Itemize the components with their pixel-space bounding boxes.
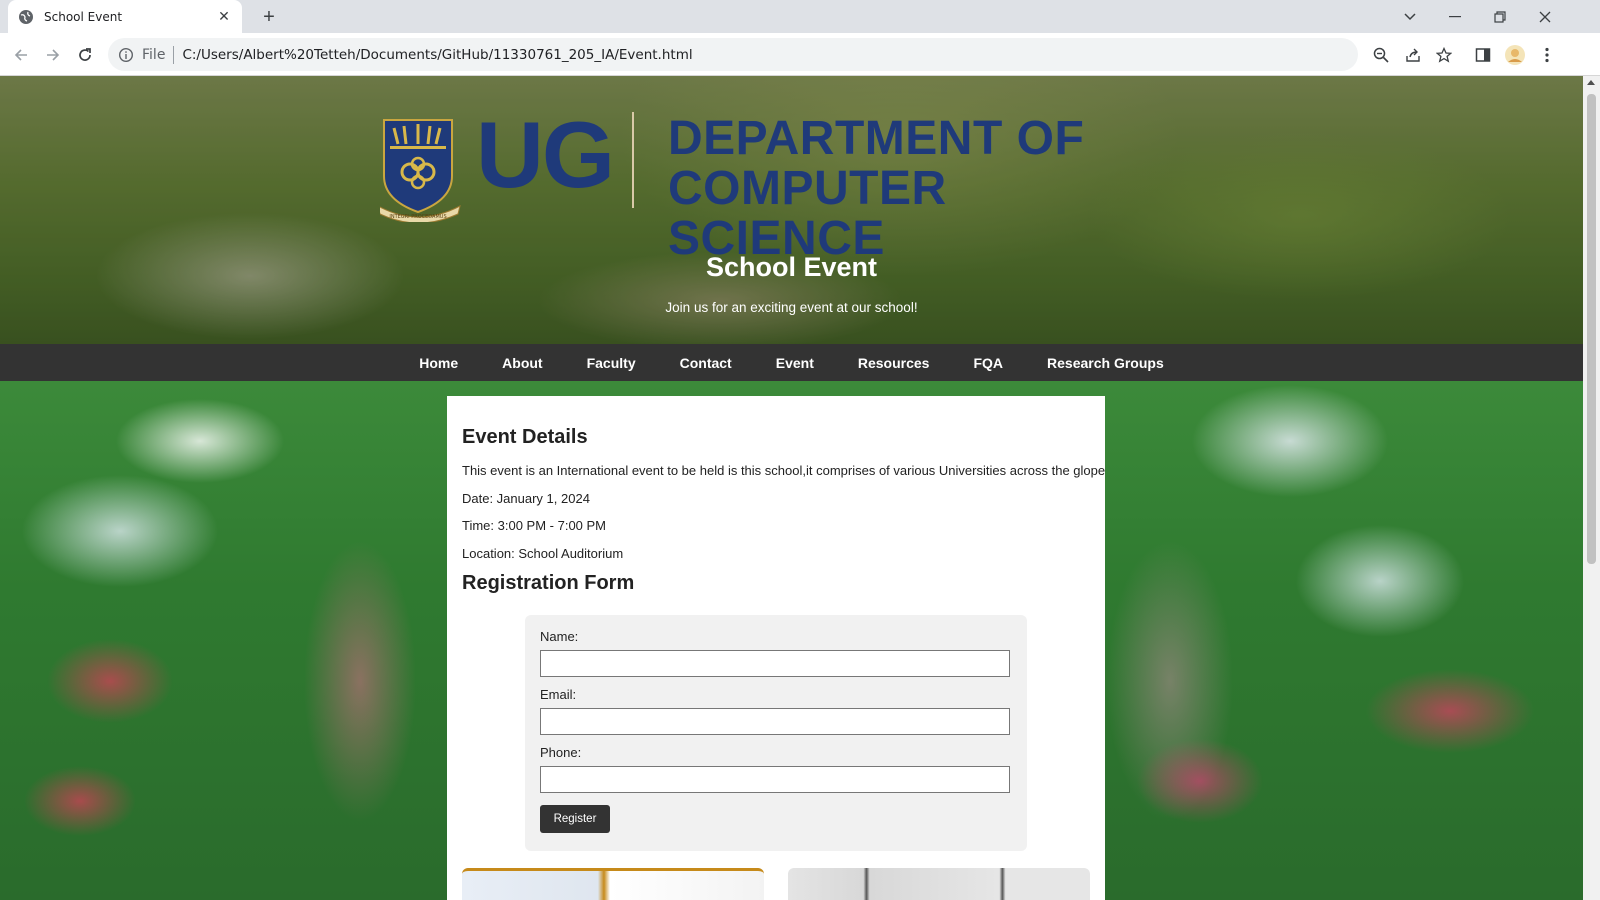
- share-icon[interactable]: [1400, 42, 1426, 68]
- ug-crest-icon: INTEGRI PROCEDAMUS: [380, 119, 461, 222]
- phone-input[interactable]: [540, 766, 1010, 793]
- nav-resources[interactable]: Resources: [858, 355, 930, 371]
- logo-dept-line1: DEPARTMENT OF: [668, 112, 1085, 165]
- event-details-heading: Event Details: [462, 426, 588, 448]
- event-date: Date: January 1, 2024: [462, 490, 590, 506]
- tab-search-icon[interactable]: [1387, 0, 1433, 33]
- browser-toolbar: File C:/Users/Albert%20Tetteh/Documents/…: [0, 33, 1600, 76]
- close-window-icon[interactable]: [1522, 0, 1568, 33]
- minimize-icon[interactable]: [1432, 0, 1478, 33]
- profile-avatar-icon[interactable]: [1502, 42, 1528, 68]
- forward-icon[interactable]: [40, 42, 66, 68]
- new-tab-button[interactable]: +: [256, 4, 282, 30]
- department-logo: INTEGRI PROCEDAMUS UG DEPARTMENT OF COMP…: [376, 102, 1162, 264]
- scheme-label: File: [142, 46, 166, 63]
- logo-ug-text: UG: [476, 102, 615, 207]
- globe-icon: [18, 9, 34, 25]
- page-scrollbar[interactable]: [1583, 76, 1600, 900]
- registration-form-heading: Registration Form: [462, 572, 635, 594]
- event-location: Location: School Auditorium: [462, 545, 624, 561]
- registration-form: Name: Email: Phone: Register: [525, 615, 1027, 851]
- info-icon[interactable]: [118, 47, 134, 63]
- logo-motto: INTEGRI PROCEDAMUS: [389, 214, 446, 220]
- logo-department-name: DEPARTMENT OF COMPUTER SCIENCE: [668, 114, 1162, 264]
- bookmark-star-icon[interactable]: [1431, 42, 1457, 68]
- side-panel-icon[interactable]: [1470, 42, 1496, 68]
- email-label: Email:: [540, 687, 577, 702]
- page-subtitle: Join us for an exciting event at our sch…: [665, 300, 918, 315]
- scrollbar-thumb[interactable]: [1587, 94, 1596, 564]
- nav-fqa[interactable]: FQA: [973, 355, 1003, 371]
- event-image-1: [462, 868, 764, 900]
- phone-label: Phone:: [540, 745, 582, 760]
- name-input[interactable]: [540, 650, 1010, 677]
- reload-icon[interactable]: [72, 42, 98, 68]
- nav-about[interactable]: About: [502, 355, 542, 371]
- browser-tab[interactable]: School Event ✕: [8, 0, 242, 33]
- address-bar[interactable]: File C:/Users/Albert%20Tetteh/Documents/…: [108, 38, 1358, 71]
- scroll-up-arrow-icon[interactable]: [1587, 80, 1595, 85]
- logo-dept-line2: COMPUTER SCIENCE: [668, 162, 947, 265]
- hero-header: INTEGRI PROCEDAMUS UG DEPARTMENT OF COMP…: [0, 76, 1583, 344]
- logo-divider: [632, 112, 634, 208]
- back-icon[interactable]: [8, 42, 34, 68]
- nav-home[interactable]: Home: [419, 355, 458, 371]
- register-button[interactable]: Register: [540, 805, 610, 833]
- event-description: This event is an International event to …: [462, 463, 1106, 478]
- event-image-2: [788, 868, 1090, 900]
- nav-contact[interactable]: Contact: [680, 355, 732, 371]
- restore-icon[interactable]: [1477, 0, 1523, 33]
- nav-faculty[interactable]: Faculty: [587, 355, 636, 371]
- browser-tab-bar: School Event ✕ +: [0, 0, 1600, 33]
- nav-event[interactable]: Event: [776, 355, 814, 371]
- page-viewport: INTEGRI PROCEDAMUS UG DEPARTMENT OF COMP…: [0, 76, 1583, 900]
- nav-research-groups[interactable]: Research Groups: [1047, 355, 1164, 371]
- page-title: School Event: [705, 252, 878, 282]
- tab-title: School Event: [44, 9, 123, 24]
- close-tab-icon[interactable]: ✕: [216, 8, 232, 25]
- url-text[interactable]: C:/Users/Albert%20Tetteh/Documents/GitHu…: [182, 47, 692, 63]
- main-navigation: Home About Faculty Contact Event Resourc…: [0, 344, 1583, 381]
- event-time: Time: 3:00 PM - 7:00 PM: [462, 518, 607, 533]
- email-input[interactable]: [540, 708, 1010, 735]
- zoom-icon[interactable]: [1368, 42, 1394, 68]
- event-content-panel: Event Details This event is an Internati…: [447, 396, 1105, 900]
- menu-kebab-icon[interactable]: [1534, 42, 1560, 68]
- omnibox-separator: [173, 45, 175, 64]
- name-label: Name:: [540, 629, 579, 644]
